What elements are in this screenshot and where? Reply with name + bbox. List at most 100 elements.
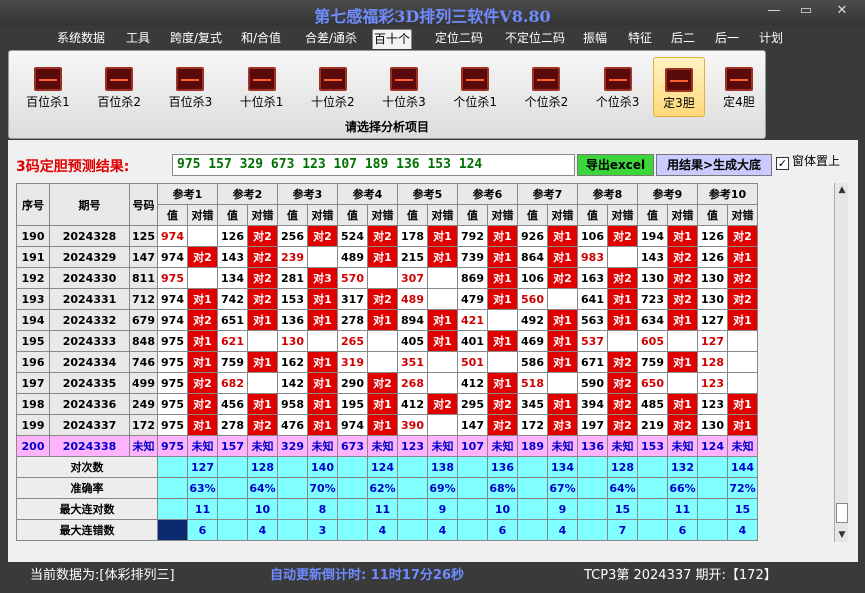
hit-cell: 对1 bbox=[487, 225, 518, 247]
value-cell: 178 bbox=[397, 225, 428, 247]
stat-spacer bbox=[637, 456, 668, 478]
ribbon-button[interactable]: 个位杀2 bbox=[513, 57, 579, 117]
stat-spacer bbox=[277, 498, 308, 520]
hit-cell: 对1 bbox=[307, 393, 338, 415]
hit-cell: 对1 bbox=[727, 246, 758, 268]
minimize-button[interactable]: — bbox=[760, 2, 788, 20]
prediction-result-field[interactable]: 975 157 329 673 123 107 189 136 153 124 bbox=[172, 154, 575, 176]
stat-spacer bbox=[277, 519, 308, 541]
table-row[interactable]: 198 2024336 249 975 对2 456 对1 958 对1 195 对1 412 对2 29… bbox=[16, 393, 758, 415]
table-cell: 2024336 bbox=[49, 393, 130, 415]
hit-cell: 对1 bbox=[187, 414, 218, 436]
menu-item[interactable]: 定位二码 bbox=[430, 29, 488, 49]
checkbox-box[interactable]: ✓ bbox=[776, 157, 789, 170]
menu-item[interactable]: 振幅 bbox=[578, 29, 612, 49]
hit-cell: 未知 bbox=[607, 435, 638, 457]
hit-cell: 对2 bbox=[187, 246, 218, 268]
stat-value: 8 bbox=[307, 498, 338, 520]
menu-item[interactable]: 后一 bbox=[710, 29, 744, 49]
stay-on-top-checkbox[interactable]: ✓ 窗体置上 bbox=[776, 154, 840, 170]
value-cell: 278 bbox=[217, 414, 248, 436]
hit-cell bbox=[547, 372, 578, 394]
column-header: 值 bbox=[277, 204, 308, 226]
value-cell: 975 bbox=[157, 351, 188, 373]
stat-value: 15 bbox=[607, 498, 638, 520]
stat-spacer bbox=[517, 456, 548, 478]
scroll-down-icon[interactable]: ▼ bbox=[835, 528, 849, 542]
hit-cell: 对1 bbox=[487, 330, 518, 352]
ribbon-button[interactable]: 个位杀3 bbox=[585, 57, 651, 117]
ribbon-button[interactable]: 定3胆 bbox=[653, 57, 705, 117]
hit-cell: 对1 bbox=[667, 225, 698, 247]
stat-spacer bbox=[457, 456, 488, 478]
table-row[interactable]: 191 2024329 147 974 对2 143 对2 239 489 对1 215 对1 739 对… bbox=[16, 246, 758, 268]
table-cell: 2024331 bbox=[49, 288, 130, 310]
restore-button[interactable]: ▭ bbox=[792, 2, 820, 20]
ribbon-button[interactable]: 十位杀3 bbox=[371, 57, 437, 117]
stat-row: 对次数 127 128 140 124 138 136 134 128 132 144 bbox=[16, 456, 758, 478]
table-cell: 499 bbox=[129, 372, 158, 394]
table-row[interactable]: 197 2024335 499 975 对2 682 142 对1 290 对2 268 412 对1 5… bbox=[16, 372, 758, 394]
stat-spacer bbox=[277, 477, 308, 499]
hit-cell bbox=[187, 267, 218, 289]
menu-item[interactable]: 工具 bbox=[120, 29, 156, 49]
stat-value: 140 bbox=[307, 456, 338, 478]
hit-cell: 对1 bbox=[307, 351, 338, 373]
value-cell: 295 bbox=[457, 393, 488, 415]
hit-cell: 对1 bbox=[247, 393, 278, 415]
prediction-row[interactable]: 200 2024338 未知 975 未知 157 未知 329 未知 673 未知 123 未知 107… bbox=[16, 435, 758, 457]
stat-value: 15 bbox=[727, 498, 758, 520]
column-header: 期号 bbox=[49, 183, 130, 226]
value-cell: 563 bbox=[577, 309, 608, 331]
value-cell: 651 bbox=[217, 309, 248, 331]
ribbon-button[interactable]: 十位杀1 bbox=[229, 57, 295, 117]
table-row[interactable]: 194 2024332 679 974 对2 651 对1 136 对1 278 对1 894 对1 42… bbox=[16, 309, 758, 331]
ribbon-button-label: 定3胆 bbox=[663, 96, 695, 110]
menu-item[interactable]: 计划 bbox=[754, 29, 788, 49]
menu-item[interactable]: 合差/通杀 bbox=[300, 29, 362, 49]
table-row[interactable]: 193 2024331 712 974 对1 742 对2 153 对1 317 对2 489 479 对… bbox=[16, 288, 758, 310]
hit-cell bbox=[487, 351, 518, 373]
table-row[interactable]: 195 2024333 848 975 对1 621 130 265 405 对1 401 对1 469… bbox=[16, 330, 758, 352]
value-cell: 983 bbox=[577, 246, 608, 268]
close-button[interactable]: ✕ bbox=[828, 2, 856, 20]
table-row[interactable]: 192 2024330 811 975 134 对2 281 对3 570 307 869 对1 106… bbox=[16, 267, 758, 289]
stat-spacer bbox=[397, 456, 428, 478]
menu-item[interactable]: 跨度/复式 bbox=[165, 29, 227, 49]
menu-item[interactable]: 和/合值 bbox=[238, 29, 284, 49]
column-header: 值 bbox=[397, 204, 428, 226]
hit-cell: 未知 bbox=[727, 435, 758, 457]
table-row[interactable]: 196 2024334 746 975 对1 759 对1 162 对1 319 351 501 586… bbox=[16, 351, 758, 373]
ribbon-button[interactable]: 十位杀2 bbox=[300, 57, 366, 117]
menu-item[interactable]: 特征 bbox=[622, 29, 658, 49]
ribbon-button[interactable]: 个位杀1 bbox=[442, 57, 508, 117]
ribbon-button[interactable]: 百位杀3 bbox=[157, 57, 223, 117]
menu-item[interactable]: 百十个 bbox=[372, 29, 412, 49]
value-cell: 673 bbox=[337, 435, 368, 457]
menu-item[interactable]: 系统数据 bbox=[52, 29, 110, 49]
ribbon-button[interactable]: 定4胆 bbox=[717, 57, 761, 117]
stat-value: 11 bbox=[187, 498, 218, 520]
export-excel-button[interactable]: 导出excel bbox=[577, 154, 654, 176]
generate-base-button[interactable]: 用结果>生成大底 bbox=[656, 154, 772, 176]
table-row[interactable]: 199 2024337 172 975 对1 278 对2 476 对1 974 对1 390 147 对… bbox=[16, 414, 758, 436]
column-header: 对错 bbox=[367, 204, 398, 226]
hit-cell: 对3 bbox=[307, 267, 338, 289]
menu-item[interactable]: 后二 bbox=[666, 29, 700, 49]
hit-cell bbox=[727, 330, 758, 352]
value-cell: 256 bbox=[277, 225, 308, 247]
value-cell: 130 bbox=[277, 330, 308, 352]
column-header: 参考4 bbox=[337, 183, 398, 205]
column-header: 参考1 bbox=[157, 183, 218, 205]
value-cell: 194 bbox=[637, 225, 668, 247]
column-header: 序号 bbox=[16, 183, 50, 226]
ribbon-button[interactable]: 百位杀2 bbox=[86, 57, 152, 117]
scroll-up-icon[interactable]: ▲ bbox=[835, 183, 849, 197]
stat-value: 10 bbox=[487, 498, 518, 520]
menu-item[interactable]: 不定位二码 bbox=[500, 29, 570, 49]
scroll-thumb[interactable] bbox=[836, 503, 848, 523]
vertical-scrollbar[interactable]: ▲ ▼ bbox=[834, 183, 848, 542]
stat-value: 9 bbox=[427, 498, 458, 520]
table-row[interactable]: 190 2024328 125 974 126 对2 256 对2 524 对2 178 对1 792 对… bbox=[16, 225, 758, 247]
ribbon-button[interactable]: 百位杀1 bbox=[15, 57, 81, 117]
